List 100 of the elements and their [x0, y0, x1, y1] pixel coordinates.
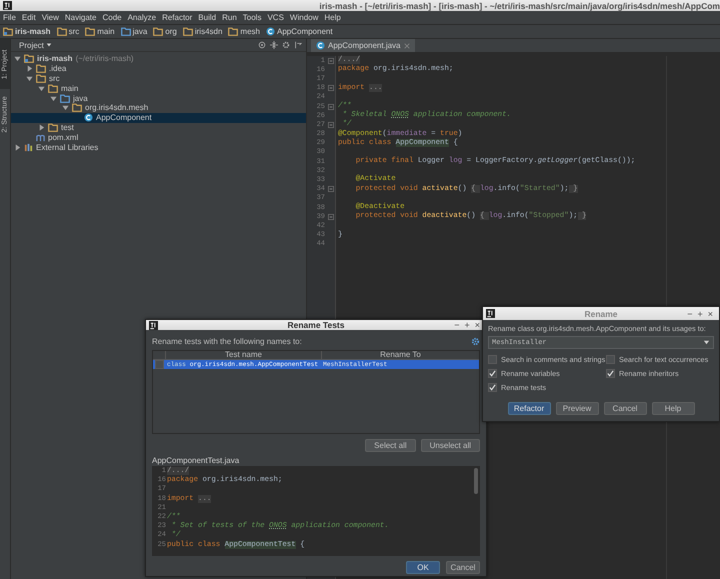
tree-item[interactable]: .idea	[49, 64, 66, 74]
folder-icon	[56, 27, 67, 36]
fold-marker-icon[interactable]	[328, 85, 334, 92]
fold-marker-icon[interactable]	[328, 186, 334, 192]
app-logo-icon	[486, 309, 495, 318]
folder-icon	[228, 27, 238, 36]
select-button[interactable]: Unselect all	[420, 439, 480, 452]
dialog-title: Rename Tests	[287, 320, 344, 330]
checkbox[interactable]	[606, 355, 615, 364]
dialog-button[interactable]: OK	[406, 561, 440, 574]
settings-icon[interactable]	[282, 41, 290, 49]
tree-item[interactable]: org.iris4sdn.mesh	[85, 103, 148, 112]
window-title: iris-mash - [~/etri/iris-mash] - [iris-mash] - ~/etri/iris-mash/src/main/java/org/iris4sdn/mesh/AppCom	[319, 0, 720, 10]
fold-marker-icon[interactable]	[328, 104, 334, 110]
dialog-button[interactable]: Preview	[556, 402, 598, 415]
class-icon	[84, 113, 93, 122]
folder-icon	[85, 27, 96, 36]
checkbox[interactable]	[488, 383, 497, 392]
breadcrumb-item[interactable]: main	[97, 27, 115, 36]
fold-marker-icon[interactable]	[328, 214, 334, 220]
prompt-text: Rename tests with the following names to:	[152, 337, 302, 346]
fold-marker-icon[interactable]	[328, 58, 334, 64]
breadcrumb-item[interactable]: src	[68, 27, 80, 36]
folder-icon	[48, 122, 58, 132]
dialog-button[interactable]: Cancel	[604, 402, 646, 415]
maven-icon	[36, 132, 45, 142]
menu-item[interactable]: Navigate	[64, 13, 96, 22]
window-control[interactable]: −	[687, 308, 692, 318]
menu-item[interactable]: Code	[102, 13, 122, 22]
folder-icon	[3, 27, 13, 36]
app-logo-icon	[3, 1, 12, 10]
dialog-title: Rename	[584, 308, 618, 318]
tree-item[interactable]: pom.xml	[48, 132, 78, 142]
expanded-arrow-icon[interactable]	[62, 104, 69, 112]
file-name: AppComponentTest.java	[152, 456, 240, 465]
menu-item[interactable]: Analyze	[128, 13, 156, 22]
menu-item[interactable]: Tools	[242, 13, 262, 22]
tree-item[interactable]: main	[61, 84, 78, 93]
tree-item[interactable]: AppComponent	[96, 113, 152, 122]
window-control[interactable]: ×	[708, 308, 713, 318]
menu-item[interactable]: Window	[290, 13, 318, 22]
expanded-arrow-icon[interactable]	[26, 74, 33, 82]
tree-item[interactable]: src	[49, 74, 60, 83]
checkbox[interactable]	[606, 369, 615, 378]
breadcrumb-item[interactable]: iris4sdn	[194, 27, 222, 36]
window-control[interactable]: +	[464, 320, 470, 330]
collapsed-arrow-icon[interactable]	[14, 144, 21, 151]
path-note: (~/etri/iris-mash)	[76, 54, 134, 64]
tree-item[interactable]: iris-mash	[37, 54, 73, 64]
editor-tab[interactable]: AppComponent.java	[311, 39, 414, 52]
class-icon	[266, 27, 275, 36]
menu-item[interactable]: View	[42, 13, 59, 22]
dialog-button[interactable]: Refactor	[508, 402, 550, 415]
locate-icon[interactable]	[258, 41, 266, 49]
menu-item[interactable]: File	[3, 13, 16, 22]
breadcrumb-item[interactable]: org	[165, 27, 177, 36]
dropdown-arrow-icon[interactable]	[46, 42, 52, 48]
dialog-button[interactable]: Cancel	[446, 561, 480, 574]
checkbox[interactable]	[154, 360, 164, 369]
breadcrumb-item[interactable]: java	[132, 27, 148, 36]
fold-marker-icon[interactable]	[328, 122, 334, 128]
column-header[interactable]: Rename To	[321, 351, 479, 359]
menu-item[interactable]: Refactor	[162, 13, 192, 22]
breadcrumb-item[interactable]: iris-mash	[15, 27, 51, 36]
tree-item[interactable]: test	[61, 122, 74, 132]
class-icon	[316, 41, 325, 50]
window-control[interactable]: +	[697, 308, 703, 318]
window-control[interactable]: −	[454, 320, 460, 330]
hide-panel-icon[interactable]	[294, 41, 302, 49]
menu-item[interactable]: Run	[222, 13, 237, 22]
settings-icon[interactable]	[471, 337, 480, 346]
tree-item[interactable]: External Libraries	[36, 142, 98, 152]
select-button[interactable]: Select all	[365, 439, 416, 452]
collapsed-arrow-icon[interactable]	[26, 65, 33, 72]
folder-icon	[153, 27, 164, 36]
close-icon[interactable]	[404, 42, 410, 48]
column-header[interactable]: Test name	[165, 351, 321, 359]
window-control[interactable]: ×	[474, 320, 480, 330]
tree-item[interactable]: java	[73, 94, 88, 103]
dropdown-arrow-icon[interactable]	[703, 339, 710, 346]
checkbox[interactable]	[488, 355, 497, 364]
dialog-button[interactable]: Help	[652, 402, 694, 415]
collapsed-arrow-icon[interactable]	[38, 124, 45, 131]
expanded-arrow-icon[interactable]	[38, 84, 45, 92]
expanded-arrow-icon[interactable]	[14, 55, 21, 62]
menu-item[interactable]: Build	[198, 13, 216, 22]
breadcrumb-item[interactable]: AppComponent	[276, 27, 333, 36]
scrollbar-thumb[interactable]	[474, 468, 478, 494]
folder-icon	[120, 27, 131, 36]
view-selector[interactable]: Project	[19, 40, 52, 50]
breadcrumb-item[interactable]: mesh	[240, 27, 260, 36]
folder-icon	[182, 27, 193, 36]
checkbox[interactable]	[488, 369, 497, 378]
menu-item[interactable]: Edit	[22, 13, 36, 22]
library-icon	[24, 142, 33, 152]
menu-item[interactable]: VCS	[267, 13, 284, 22]
menu-item[interactable]: Help	[324, 13, 341, 22]
folder-icon	[24, 54, 34, 64]
expanded-arrow-icon[interactable]	[50, 94, 57, 102]
collapse-icon[interactable]	[270, 41, 278, 49]
